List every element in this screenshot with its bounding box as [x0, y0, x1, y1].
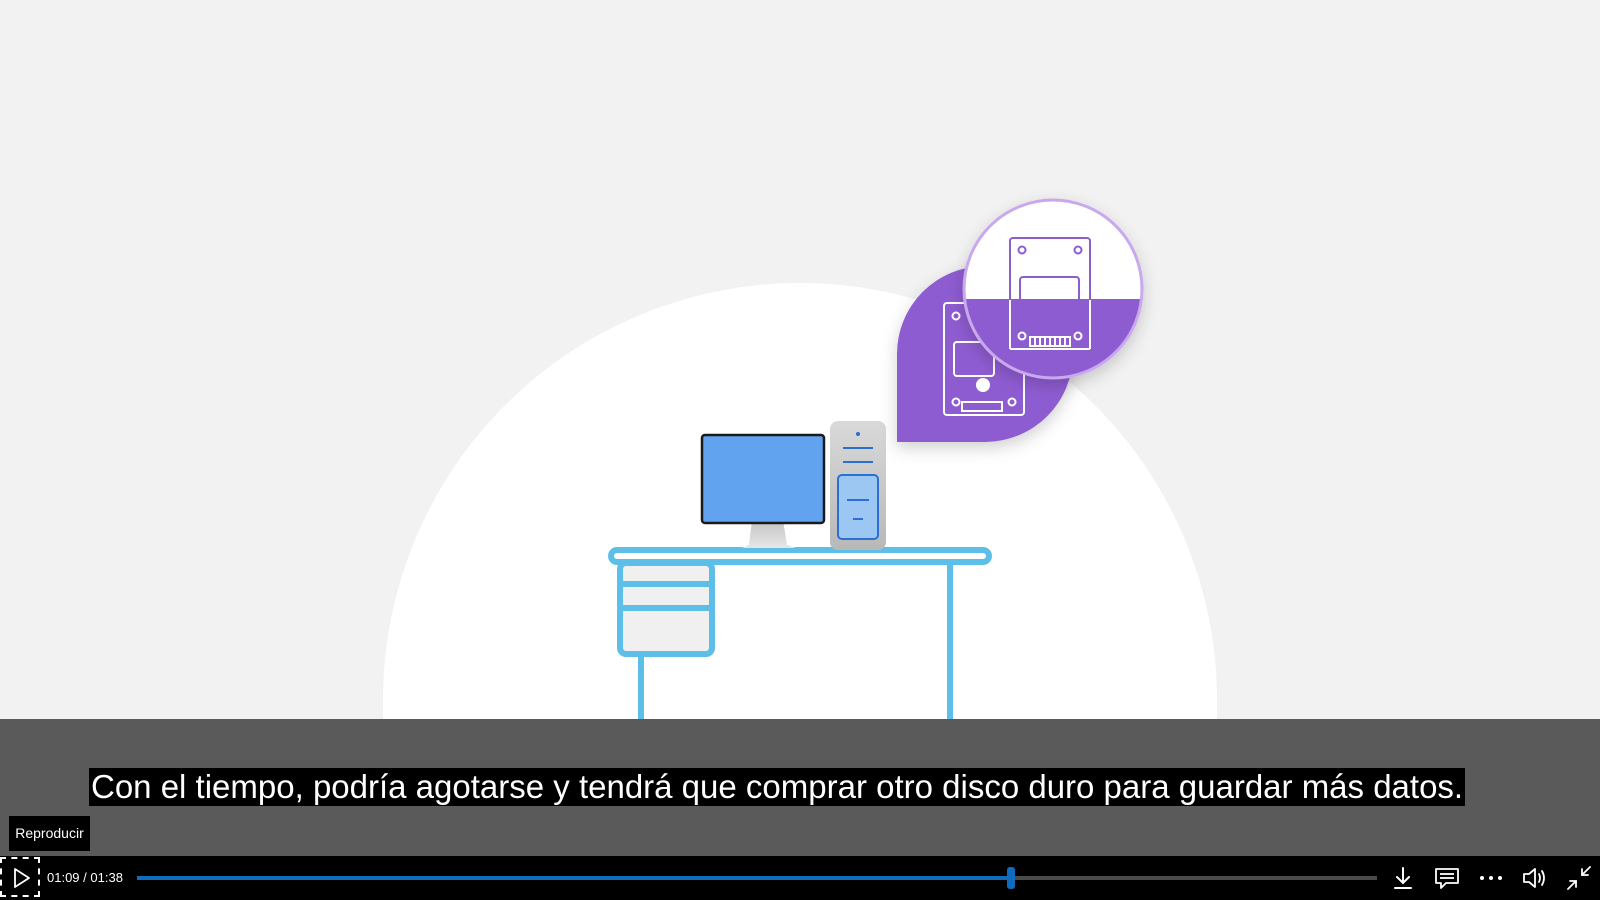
- duration: 01:38: [90, 870, 123, 885]
- time-display: 01:09 / 01:38: [47, 856, 123, 900]
- player-control-bar: 01:09 / 01:38: [0, 856, 1600, 900]
- progress-bar[interactable]: [137, 867, 1377, 889]
- video-frame[interactable]: [0, 0, 1600, 719]
- captions-icon: [1435, 868, 1459, 889]
- video-illustration: [383, 198, 1217, 719]
- subtitle-text: Con el tiempo, podría agotarse y tendrá …: [89, 768, 1466, 806]
- play-tooltip: Reproducir: [9, 816, 90, 851]
- current-time: 01:09: [47, 870, 80, 885]
- time-separator: /: [79, 870, 91, 885]
- exit-fullscreen-icon: [1567, 866, 1591, 890]
- more-options-button[interactable]: [1477, 864, 1505, 892]
- progress-thumb[interactable]: [1007, 867, 1016, 889]
- volume-icon: [1523, 868, 1545, 888]
- progress-fill: [137, 876, 1012, 880]
- play-button[interactable]: [0, 857, 40, 897]
- download-button[interactable]: [1389, 864, 1417, 892]
- volume-button[interactable]: [1521, 864, 1549, 892]
- exit-fullscreen-button[interactable]: [1565, 864, 1593, 892]
- pc-tower: [830, 421, 886, 550]
- download-icon: [1394, 867, 1412, 889]
- more-options-icon: [1480, 876, 1502, 880]
- captions-button[interactable]: [1433, 864, 1461, 892]
- play-icon: [14, 868, 30, 888]
